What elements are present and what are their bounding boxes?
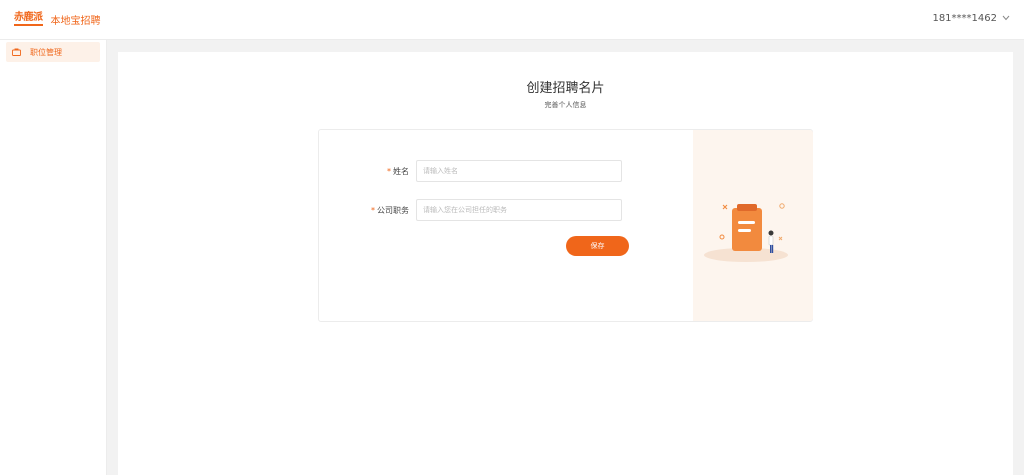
logo[interactable]: 赤鹿派 本地宝招聘 xyxy=(14,12,101,27)
name-row: * 姓名 xyxy=(319,160,622,182)
name-input[interactable] xyxy=(416,160,622,182)
user-menu[interactable]: 181****1462 xyxy=(932,13,1010,24)
chevron-down-icon xyxy=(1002,14,1010,24)
sidebar-item-label: 职位管理 xyxy=(30,47,62,57)
required-mark: * xyxy=(387,166,391,176)
save-button[interactable]: 保存 xyxy=(566,236,629,256)
position-label: * 公司职务 xyxy=(371,205,409,215)
clipboard-person-illustration xyxy=(704,203,788,262)
sidebar: 职位管理 xyxy=(0,40,107,475)
page-subtitle: 完善个人信息 xyxy=(544,101,587,109)
logo-mark: 赤鹿派 xyxy=(14,13,43,26)
illustration-panel xyxy=(693,130,813,321)
user-phone: 181****1462 xyxy=(932,13,997,24)
required-mark: * xyxy=(371,205,375,215)
name-label: * 姓名 xyxy=(387,166,409,176)
position-input[interactable] xyxy=(416,199,622,221)
main-content: 创建招聘名片 完善个人信息 *姓名 *公司职务 保存 xyxy=(118,52,1013,475)
position-row: * 公司职务 xyxy=(319,199,622,221)
top-bar: 赤鹿派 本地宝招聘 181****1462 xyxy=(0,0,1024,40)
briefcase-icon xyxy=(12,47,22,57)
form-card: *姓名 *公司职务 保存 xyxy=(318,129,813,322)
app-name: 本地宝招聘 xyxy=(50,16,101,27)
page-title: 创建招聘名片 xyxy=(526,81,605,96)
sidebar-item-job-management[interactable]: 职位管理 xyxy=(6,42,100,62)
